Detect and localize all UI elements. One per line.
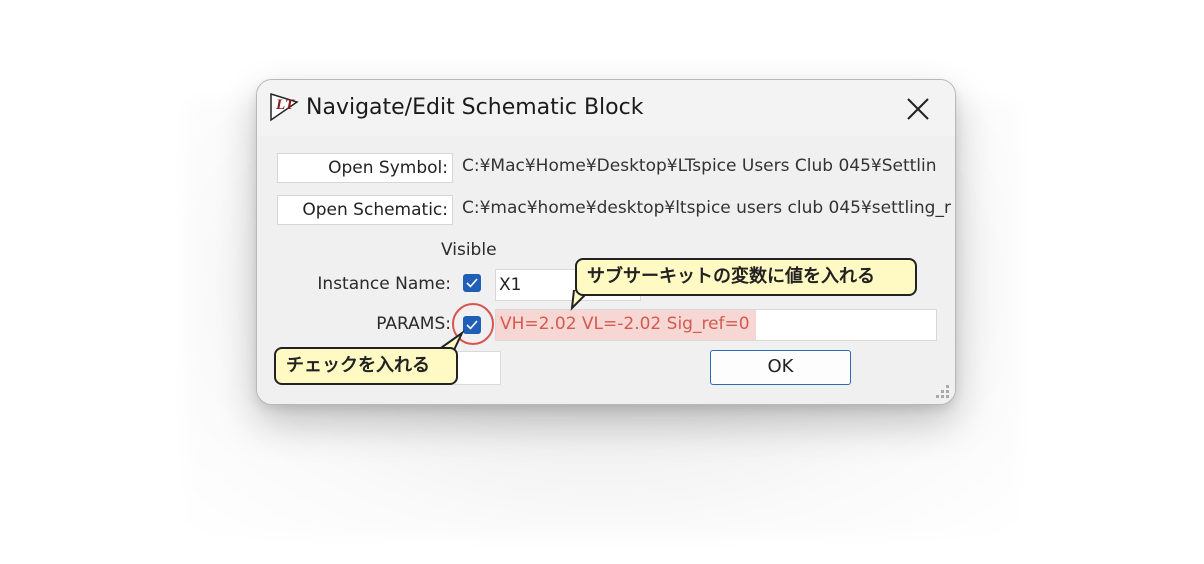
schematic-path: C:¥mac¥home¥desktop¥ltspice users club 0…	[462, 198, 951, 218]
ltspice-logo-icon: LT	[270, 92, 299, 122]
symbol-path: C:¥Mac¥Home¥Desktop¥LTspice Users Club 0…	[462, 156, 937, 176]
checkmark-icon	[466, 278, 478, 288]
open-schematic-button[interactable]: Open Schematic:	[277, 195, 453, 225]
dialog-title: Navigate/Edit Schematic Block	[306, 95, 644, 120]
subcircuit-callout: サブサーキットの変数に値を入れる	[575, 258, 917, 296]
ok-button[interactable]: OK	[710, 350, 851, 385]
check-callout: チェックを入れる	[274, 347, 458, 385]
svg-text:LT: LT	[275, 97, 295, 113]
params-value: VH=2.02 VL=-2.02 Sig_ref=0	[500, 314, 750, 334]
instance-name-visible-checkbox[interactable]	[463, 274, 481, 292]
screenshot-stage: LT Navigate/Edit Schematic Block Open Sy…	[0, 0, 1204, 564]
resize-grip-icon[interactable]	[933, 382, 951, 400]
instance-name-label: Instance Name:	[317, 274, 451, 294]
open-symbol-button[interactable]: Open Symbol:	[277, 153, 453, 183]
title-bar[interactable]: LT Navigate/Edit Schematic Block	[257, 80, 955, 136]
visible-header: Visible	[441, 240, 497, 260]
close-icon[interactable]	[903, 94, 933, 124]
